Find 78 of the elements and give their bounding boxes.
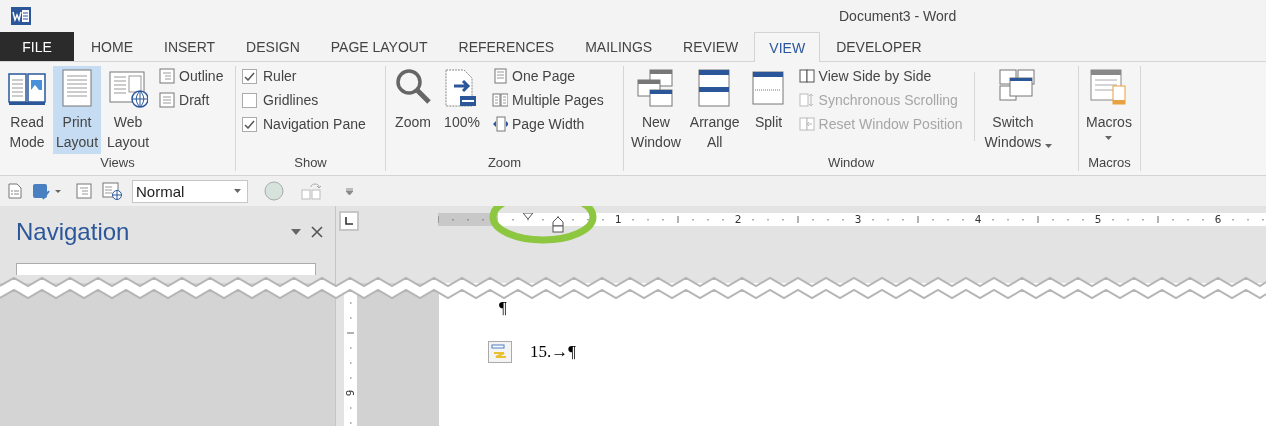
ribbon-icon <box>159 68 176 84</box>
close-icon[interactable] <box>311 226 323 238</box>
ribbon-button[interactable]: Draft <box>157 90 226 110</box>
overflow-icon <box>346 187 353 195</box>
group-label: Views <box>99 155 136 171</box>
pane-title: Navigation <box>16 218 131 246</box>
ribbon-icon <box>108 68 149 108</box>
checkbox[interactable] <box>242 92 257 108</box>
check-icon <box>244 71 255 81</box>
style-dropdown[interactable]: Normal <box>132 179 248 203</box>
ribbon-tab[interactable]: DESIGN <box>231 32 315 61</box>
ribbon-button[interactable]: Macros <box>1083 66 1135 150</box>
ruler-number: 4 <box>974 213 982 226</box>
ribbon-tab[interactable]: VIEW <box>754 32 821 62</box>
ribbon-button[interactable]: Arrange All <box>686 66 743 154</box>
search-field[interactable] <box>16 263 316 275</box>
ribbon-tab[interactable]: REVIEW <box>668 32 754 61</box>
checkbox-label: Navigation Pane <box>263 116 366 132</box>
caret-icon <box>291 229 301 235</box>
web-layout-icon <box>102 182 122 200</box>
ribbon-button[interactable]: Split <box>745 66 792 150</box>
checkbox-label: Ruler <box>263 68 297 84</box>
ribbon-tab[interactable]: DEVELOPER <box>821 32 937 61</box>
ribbon-button[interactable]: Multiple Pages <box>490 90 606 110</box>
ribbon-icon <box>1088 68 1129 108</box>
ribbon-button[interactable]: Page Width <box>490 114 606 134</box>
ribbon-icon <box>635 68 676 108</box>
ruler-number: 9 <box>344 389 357 397</box>
ribbon-button[interactable]: New Window <box>628 66 684 154</box>
ruler-number: 3 <box>854 213 862 226</box>
ribbon-tab[interactable]: REFERENCES <box>443 32 570 61</box>
ribbon-icon <box>798 92 815 108</box>
ribbon-icon <box>159 92 176 108</box>
ribbon-icon <box>492 68 508 84</box>
group-label: Show <box>293 155 328 171</box>
ribbon-button[interactable]: View Side by Side <box>796 66 965 86</box>
checkbox[interactable] <box>242 116 257 132</box>
ribbon-icon <box>798 116 815 132</box>
outline-icon <box>76 183 92 199</box>
ribbon-button[interactable]: Print Layout <box>53 66 102 154</box>
ribbon-icon <box>798 68 815 84</box>
tab-selector[interactable] <box>339 211 359 231</box>
tab-stop-icon <box>345 217 353 225</box>
text-style-icon <box>32 181 62 201</box>
ribbon-tab[interactable]: HOME <box>76 32 148 61</box>
ruler-number: 5 <box>1094 213 1102 226</box>
ribbon-button[interactable]: Read Mode <box>4 66 50 154</box>
ribbon-tab[interactable]: INSERT <box>149 32 231 61</box>
ribbon-button[interactable]: Outline <box>157 66 226 86</box>
table-icon <box>300 181 322 201</box>
ribbon-button[interactable]: One Page <box>490 66 606 86</box>
ribbon-button[interactable]: Switch Windows <box>981 66 1056 154</box>
caret-icon <box>234 189 241 193</box>
document-icon <box>8 183 22 199</box>
word-app-icon <box>11 7 31 25</box>
file-tab[interactable]: FILE <box>0 32 74 61</box>
window-title: Document3 - Word <box>839 8 957 24</box>
group-label: Window <box>826 155 876 171</box>
ruler-number: 1 <box>614 213 622 226</box>
ribbon-button[interactable]: 100% <box>439 66 485 150</box>
checkbox-label: Gridlines <box>263 92 319 108</box>
first-line-indent-icon[interactable] <box>522 213 534 220</box>
ruler-number: 2 <box>734 213 742 226</box>
ribbon-icon <box>492 116 508 132</box>
ribbon-tab[interactable]: MAILINGS <box>570 32 668 61</box>
paragraph-text: 15.→¶ <box>530 342 576 362</box>
hanging-indent-icon[interactable] <box>552 216 564 233</box>
ribbon-button[interactable]: Zoom <box>390 66 436 150</box>
checkbox[interactable] <box>242 68 257 84</box>
ribbon-tab[interactable]: PAGE LAYOUT <box>315 32 443 61</box>
ribbon-icon <box>492 92 508 108</box>
ribbon-button[interactable]: Web Layout <box>104 66 153 154</box>
group-label: Zoom <box>486 155 523 171</box>
circle-icon <box>264 181 284 201</box>
group-label: Macros <box>1087 155 1132 171</box>
paragraph-text: ¶ <box>499 298 507 318</box>
ruler-number: 6 <box>1214 213 1222 226</box>
check-icon <box>244 119 255 129</box>
